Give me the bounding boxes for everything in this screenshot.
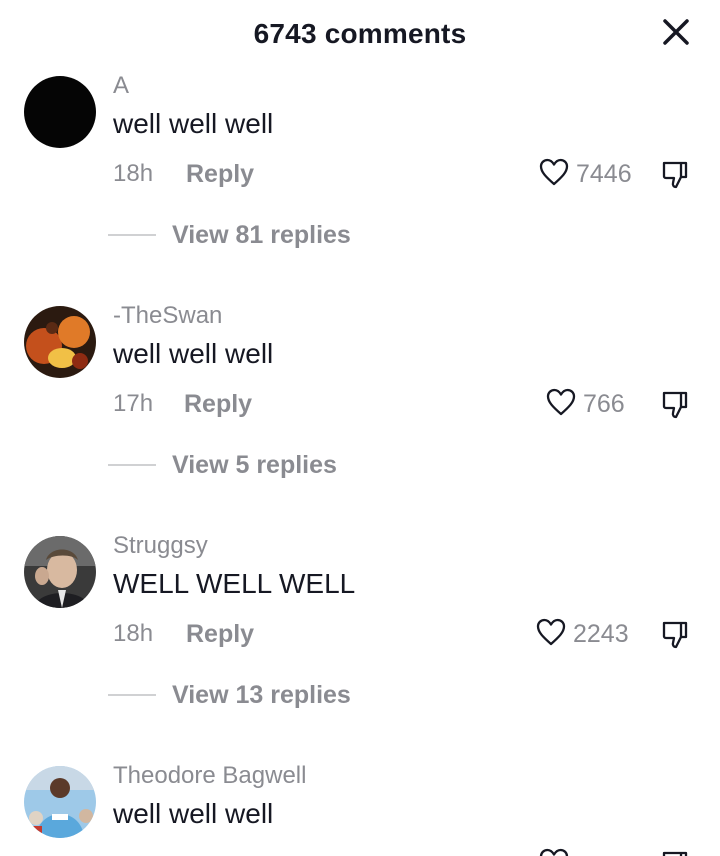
comment-text: well well well <box>113 798 274 829</box>
comment-text: well well well <box>113 108 274 139</box>
like-count: 2243 <box>573 619 629 648</box>
comment-item: Theodore Bagwell well well well <box>0 690 720 856</box>
comment-username[interactable]: -TheSwan <box>113 302 222 330</box>
reply-button[interactable]: Reply <box>186 620 254 649</box>
avatar[interactable] <box>24 76 96 148</box>
heart-icon <box>538 157 570 192</box>
comment-actions <box>113 848 693 856</box>
like-count: 7446 <box>576 159 632 188</box>
like-count: 766 <box>583 389 625 418</box>
like-button[interactable]: 766 <box>545 388 625 420</box>
heart-icon <box>535 617 567 652</box>
comment-item: -TheSwan well well well 17h Reply 766 Vi… <box>0 230 720 479</box>
heart-icon <box>538 847 570 856</box>
like-button[interactable]: 7446 <box>538 158 632 190</box>
reply-button[interactable]: Reply <box>186 160 254 189</box>
comment-item: Struggsy WELL WELL WELL 18h Reply 2243 V… <box>0 460 720 709</box>
avatar[interactable] <box>24 306 96 378</box>
dislike-icon[interactable] <box>660 159 692 191</box>
like-button[interactable]: 2243 <box>535 618 629 650</box>
comment-username[interactable]: A <box>113 72 129 100</box>
comment-actions: 17h Reply 766 <box>113 388 693 422</box>
comment-item: A well well well 18h Reply 7446 View 81 … <box>0 0 720 249</box>
like-button[interactable] <box>538 848 570 856</box>
comment-username[interactable]: Struggsy <box>113 532 208 560</box>
comment-time: 18h <box>113 160 154 187</box>
comment-username[interactable]: Theodore Bagwell <box>113 762 306 790</box>
dislike-icon[interactable] <box>660 849 692 856</box>
dislike-icon[interactable] <box>660 619 692 651</box>
avatar[interactable] <box>24 536 96 608</box>
comment-time: 18h <box>113 620 154 647</box>
dislike-icon[interactable] <box>660 389 692 421</box>
comment-text: well well well <box>113 338 274 369</box>
comment-actions: 18h Reply 2243 <box>113 618 693 652</box>
comment-time: 17h <box>113 390 154 417</box>
reply-button[interactable]: Reply <box>184 390 252 419</box>
comment-actions: 18h Reply 7446 <box>113 158 693 192</box>
heart-icon <box>545 387 577 422</box>
avatar[interactable] <box>24 766 96 838</box>
comment-text: WELL WELL WELL <box>113 568 356 599</box>
